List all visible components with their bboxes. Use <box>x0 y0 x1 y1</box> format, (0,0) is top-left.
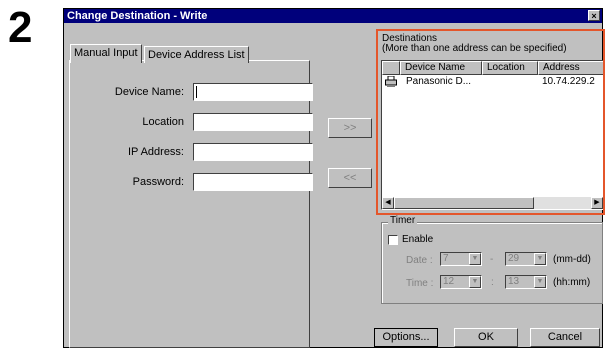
location-input[interactable] <box>193 113 313 131</box>
ok-button[interactable]: OK <box>454 328 518 347</box>
date-format-label: (mm-dd) <box>553 254 591 265</box>
chevron-down-icon[interactable]: ▼ <box>469 276 481 288</box>
window-title: Change Destination - Write <box>67 10 208 22</box>
destinations-highlight-box <box>376 29 605 215</box>
chevron-down-icon[interactable]: ▼ <box>469 253 481 265</box>
enable-checkbox[interactable] <box>388 235 398 245</box>
ip-address-input[interactable] <box>193 143 313 161</box>
time-separator: : <box>491 277 494 288</box>
date-separator: - <box>490 254 494 265</box>
title-bar: Change Destination - Write × <box>64 9 602 23</box>
cancel-button[interactable]: Cancel <box>530 328 600 347</box>
tab-device-address-list[interactable]: Device Address List <box>144 46 249 63</box>
device-name-label: Device Name: <box>114 86 184 98</box>
manual-input-panel <box>69 60 310 348</box>
chevron-down-icon[interactable]: ▼ <box>534 276 546 288</box>
time-format-label: (hh:mm) <box>553 277 591 288</box>
location-label: Location <box>142 116 184 128</box>
remove-destination-button[interactable]: << <box>328 168 372 188</box>
text-cursor <box>196 86 197 99</box>
enable-label: Enable <box>402 234 434 245</box>
chevron-down-icon[interactable]: ▼ <box>534 253 546 265</box>
password-label: Password: <box>132 176 184 188</box>
tab-manual-input[interactable]: Manual Input <box>70 44 142 63</box>
device-name-input[interactable] <box>193 83 313 101</box>
options-button[interactable]: Options... <box>374 328 438 347</box>
timer-group-label: Timer <box>388 215 418 227</box>
ip-address-label: IP Address: <box>127 146 184 158</box>
step-number: 2 <box>8 3 33 52</box>
time-label: Time : <box>406 278 434 289</box>
add-destination-button[interactable]: >> <box>328 118 372 138</box>
close-icon[interactable]: × <box>588 10 600 21</box>
date-label: Date : <box>406 255 433 266</box>
password-input[interactable] <box>193 173 313 191</box>
